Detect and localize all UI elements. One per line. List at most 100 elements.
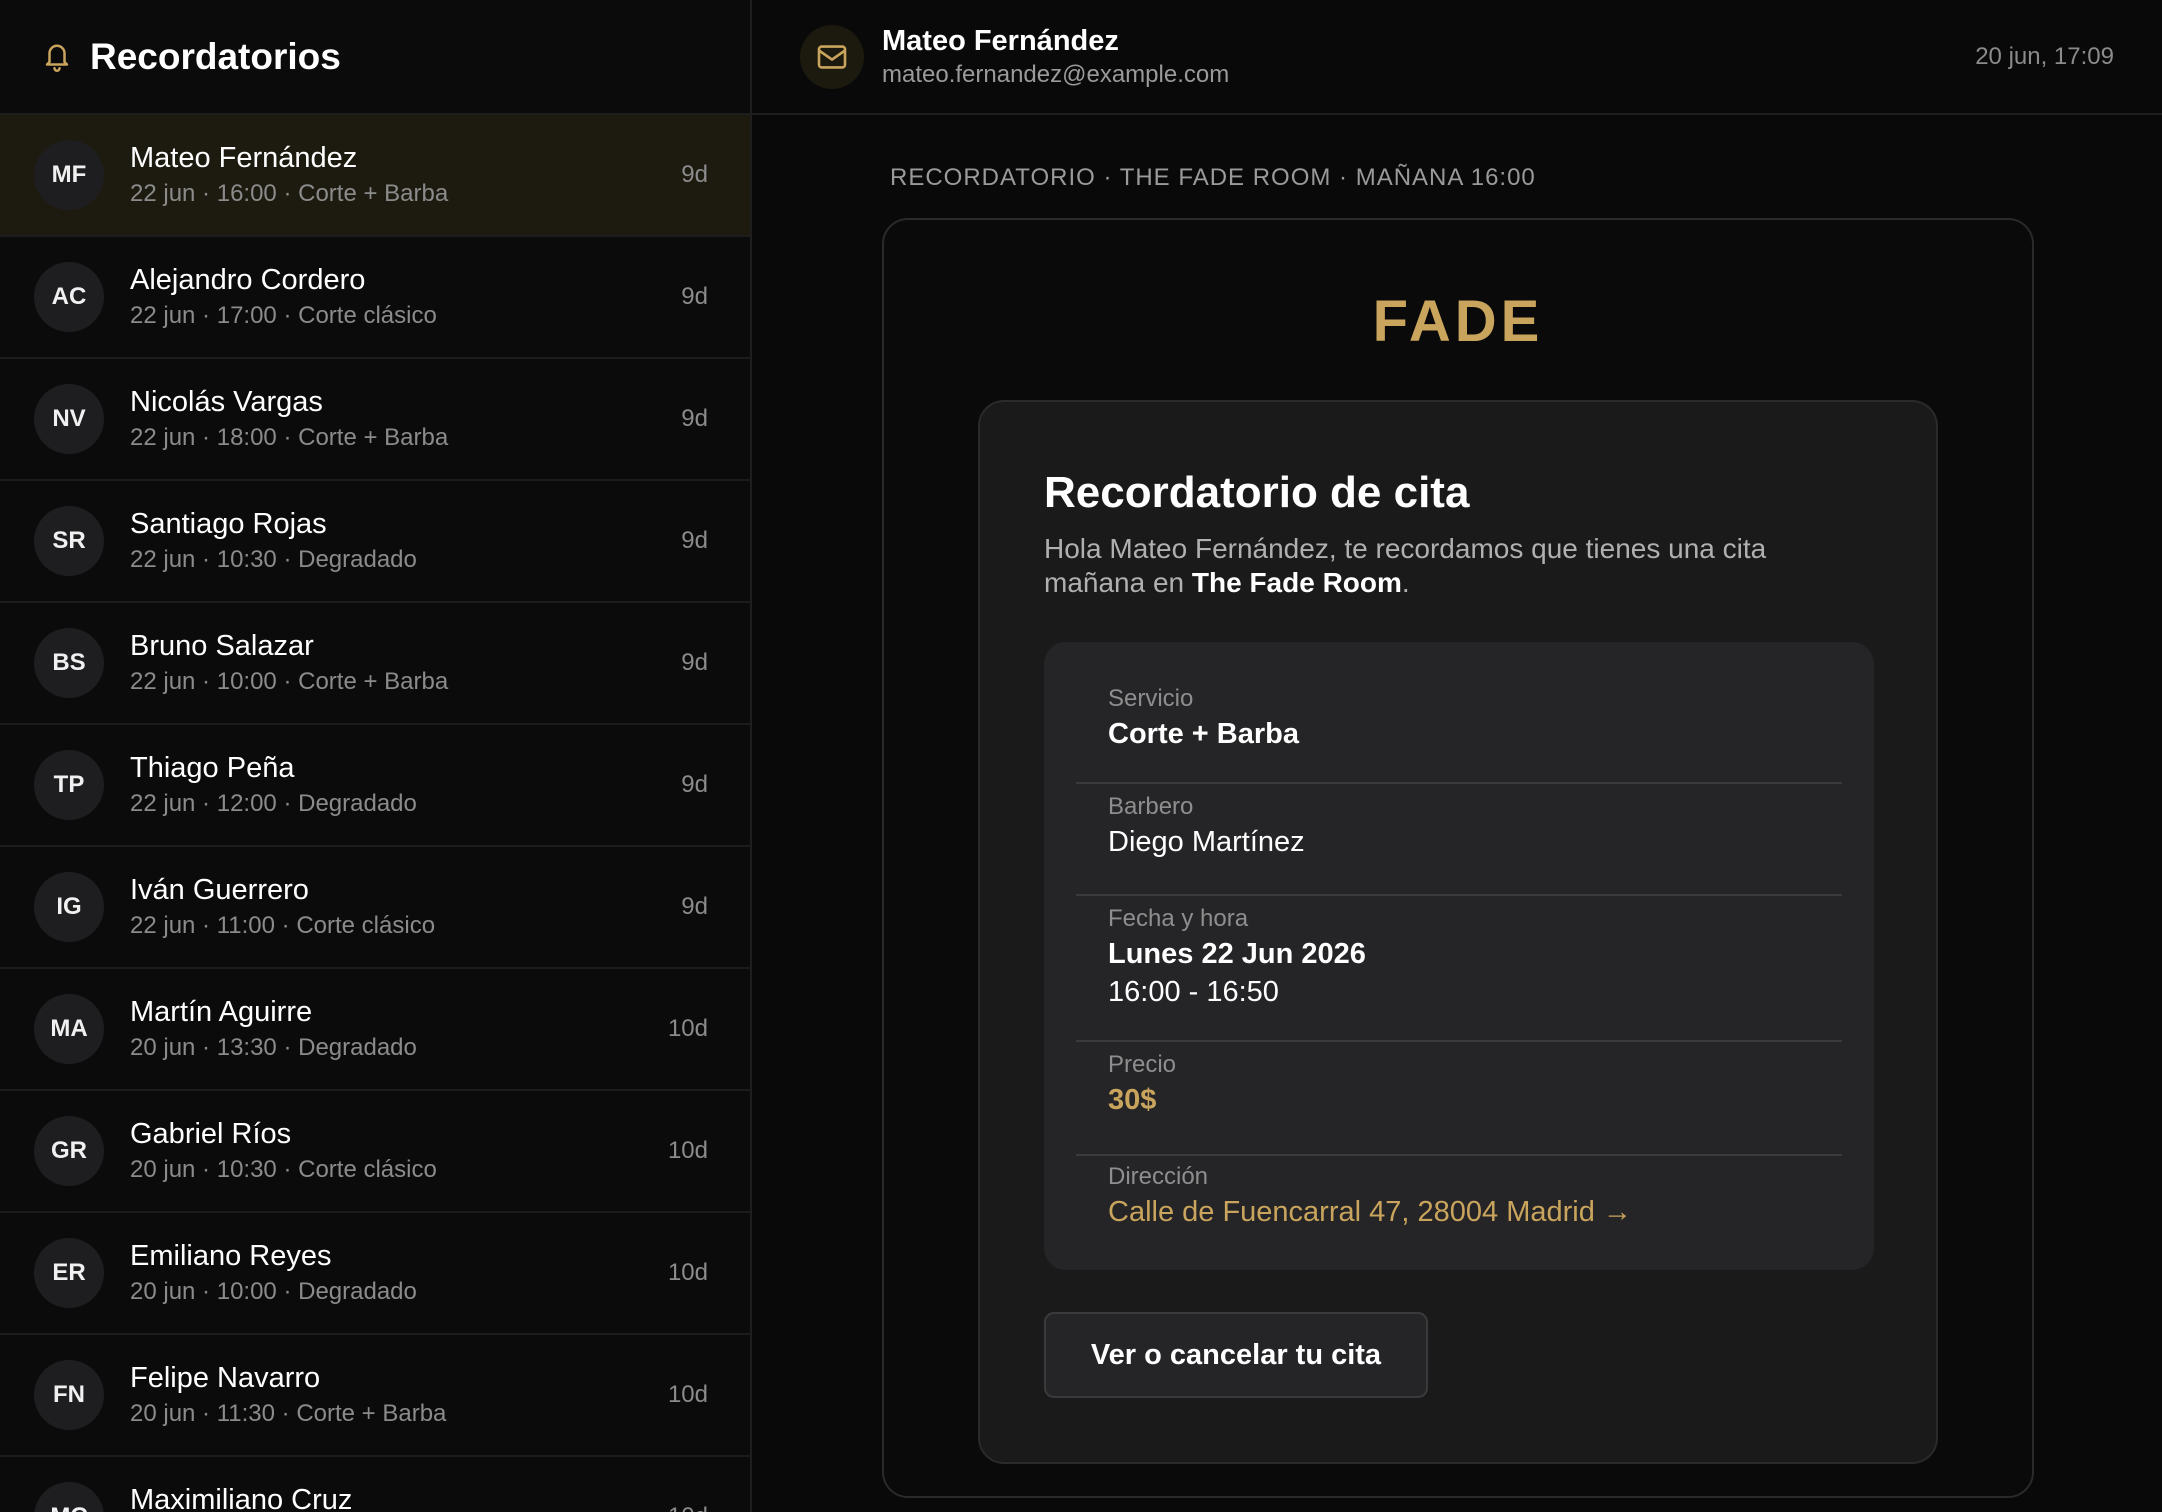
list-item-7[interactable]: MA Martín Aguirre 20 jun · 13:30 · Degra… bbox=[0, 969, 750, 1091]
list-item-text: Gabriel Ríos 20 jun · 10:30 · Corte clás… bbox=[130, 1116, 668, 1186]
list-item-10[interactable]: FN Felipe Navarro 20 jun · 11:30 · Corte… bbox=[0, 1335, 750, 1457]
detail-time: 16:00 - 16:50 bbox=[1108, 976, 1279, 1008]
list-item-age: 9d bbox=[681, 771, 708, 798]
list-item-age: 10d bbox=[667, 1381, 708, 1408]
list-item-text: Martín Aguirre 20 jun · 13:30 · Degradad… bbox=[130, 994, 668, 1064]
detail-service: Servicio Corte + Barba bbox=[1076, 684, 1842, 784]
list-item-age: 10d bbox=[667, 1137, 708, 1164]
list-item-text: Santiago Rojas 22 jun · 10:30 · Degradad… bbox=[130, 506, 681, 576]
list-item-2[interactable]: NV Nicolás Vargas 22 jun · 18:00 · Corte… bbox=[0, 359, 750, 481]
list-item-5[interactable]: TP Thiago Peña 22 jun · 12:00 · Degradad… bbox=[0, 725, 750, 847]
list-item-text: Mateo Fernández 22 jun · 16:00 · Corte +… bbox=[130, 140, 681, 210]
avatar: SR bbox=[34, 506, 104, 576]
sender-block: Mateo Fernández mateo.fernandez@example.… bbox=[882, 23, 1975, 91]
list-item-8[interactable]: GR Gabriel Ríos 20 jun · 10:30 · Corte c… bbox=[0, 1091, 750, 1213]
list-item-4[interactable]: BS Bruno Salazar 22 jun · 10:00 · Corte … bbox=[0, 603, 750, 725]
list-item-age: 9d bbox=[681, 527, 708, 554]
list-item-9[interactable]: ER Emiliano Reyes 20 jun · 10:00 · Degra… bbox=[0, 1213, 750, 1335]
avatar: FN bbox=[34, 1360, 104, 1430]
list-item-detail: 20 jun · 13:30 · Degradado bbox=[130, 1034, 417, 1061]
list-item-3[interactable]: SR Santiago Rojas 22 jun · 10:30 · Degra… bbox=[0, 481, 750, 603]
card-title: Recordatorio de cita bbox=[1044, 468, 1470, 517]
list-item-name: Mateo Fernández bbox=[130, 142, 358, 174]
list-item-text: Alejandro Cordero 22 jun · 17:00 · Corte… bbox=[130, 262, 681, 332]
list-item-detail: 20 jun · 10:30 · Corte clásico bbox=[130, 1156, 437, 1183]
sender-name: Mateo Fernández bbox=[882, 24, 1119, 57]
list-item-age: 9d bbox=[681, 649, 708, 676]
detail-price: Precio 30$ bbox=[1076, 1050, 1842, 1156]
list-item-age: 9d bbox=[681, 283, 708, 310]
list-item-name: Martín Aguirre bbox=[130, 996, 313, 1028]
list-item-0[interactable]: MF Mateo Fernández 22 jun · 16:00 · Cort… bbox=[0, 115, 750, 237]
bell-icon bbox=[42, 40, 72, 74]
list-item-text: Thiago Peña 22 jun · 12:00 · Degradado bbox=[130, 750, 681, 820]
detail-label: Servicio bbox=[1108, 685, 1194, 712]
list-item-age: 10d bbox=[667, 1015, 708, 1042]
list-item-name: Iván Guerrero bbox=[130, 874, 309, 906]
list-item-text: Emiliano Reyes 20 jun · 10:00 · Degradad… bbox=[130, 1238, 668, 1308]
message-date: 20 jun, 17:09 bbox=[1975, 42, 2114, 70]
list-item-age: 9d bbox=[681, 893, 708, 920]
avatar: NV bbox=[34, 384, 104, 454]
sidebar-title: Recordatorios bbox=[90, 35, 341, 77]
list-item-name: Thiago Peña bbox=[130, 752, 295, 784]
detail-value: Corte + Barba bbox=[1108, 718, 1299, 750]
list-item-detail: 20 jun · 10:00 · Degradado bbox=[130, 1278, 417, 1305]
list-item-name: Bruno Salazar bbox=[130, 630, 314, 662]
intro-suffix: . bbox=[1401, 567, 1410, 598]
avatar: ER bbox=[34, 1238, 104, 1308]
appointment-details: Servicio Corte + Barba Barbero Diego Mar… bbox=[1044, 642, 1874, 1270]
detail-barber: Barbero Diego Martínez bbox=[1076, 792, 1842, 896]
price-value: 30$ bbox=[1108, 1084, 1157, 1116]
list-item-text: Felipe Navarro 20 jun · 11:30 · Corte + … bbox=[130, 1360, 668, 1430]
list-item-text: Bruno Salazar 22 jun · 10:00 · Corte + B… bbox=[130, 628, 681, 698]
detail-label: Dirección bbox=[1108, 1163, 1209, 1190]
avatar: IG bbox=[34, 872, 104, 942]
mail-icon bbox=[800, 24, 864, 89]
avatar: AC bbox=[34, 262, 104, 332]
message-view: Mateo Fernández mateo.fernandez@example.… bbox=[752, 0, 2162, 1512]
list-item-1[interactable]: AC Alejandro Cordero 22 jun · 17:00 · Co… bbox=[0, 237, 750, 359]
list-item-11[interactable]: MC Maximiliano Cruz 20 jun · 12:00 · Cor… bbox=[0, 1457, 750, 1512]
list-item-detail: 22 jun · 11:00 · Corte clásico bbox=[130, 912, 436, 939]
list-item-name: Santiago Rojas bbox=[130, 508, 327, 540]
avatar: GR bbox=[34, 1116, 104, 1186]
message-subject: RECORDATORIO · THE FADE ROOM · MAÑANA 16… bbox=[890, 164, 1536, 191]
avatar: MA bbox=[34, 994, 104, 1064]
email-body: FADE Recordatorio de cita Hola Mateo Fer… bbox=[882, 218, 2034, 1498]
sidebar: Recordatorios MF Mateo Fernández 22 jun … bbox=[0, 0, 752, 1512]
list-item-name: Alejandro Cordero bbox=[130, 264, 366, 296]
reminder-card: Recordatorio de cita Hola Mateo Fernánde… bbox=[978, 400, 1938, 1464]
list-item-detail: 22 jun · 12:00 · Degradado bbox=[130, 790, 417, 817]
address-link[interactable]: Calle de Fuencarral 47, 28004 Madrid → bbox=[1076, 1194, 1842, 1230]
list-item-detail: 22 jun · 10:00 · Corte + Barba bbox=[130, 668, 449, 695]
manage-appointment-button[interactable]: Ver o cancelar tu cita bbox=[1044, 1312, 1428, 1398]
list-item-detail: 20 jun · 11:30 · Corte + Barba bbox=[130, 1400, 447, 1427]
list-item-age: 10d bbox=[668, 1503, 708, 1512]
shop-name: The Fade Room bbox=[1191, 567, 1402, 598]
list-item-age: 9d bbox=[681, 161, 708, 188]
list-item-name: Gabriel Ríos bbox=[130, 1118, 292, 1150]
app: Recordatorios MF Mateo Fernández 22 jun … bbox=[0, 0, 2162, 1512]
detail-address: Dirección Calle de Fuencarral 47, 28004 … bbox=[1076, 1162, 1842, 1252]
list-item-detail: 22 jun · 10:30 · Degradado bbox=[130, 546, 417, 573]
avatar: MF bbox=[34, 140, 104, 210]
brand-logo: FADE bbox=[1372, 289, 1544, 354]
list-item-text: Maximiliano Cruz 20 jun · 12:00 · Corte … bbox=[130, 1482, 668, 1512]
reminder-list: MF Mateo Fernández 22 jun · 16:00 · Cort… bbox=[0, 115, 750, 1512]
avatar: TP bbox=[34, 750, 104, 820]
avatar: MC bbox=[34, 1482, 104, 1512]
list-item-detail: 22 jun · 18:00 · Corte + Barba bbox=[130, 424, 449, 451]
list-item-text: Iván Guerrero 22 jun · 11:00 · Corte clá… bbox=[130, 872, 681, 942]
detail-value: Diego Martínez bbox=[1108, 826, 1305, 858]
list-item-name: Emiliano Reyes bbox=[130, 1240, 332, 1272]
list-item-6[interactable]: IG Iván Guerrero 22 jun · 11:00 · Corte … bbox=[0, 847, 750, 969]
message-header: Mateo Fernández mateo.fernandez@example.… bbox=[752, 0, 2162, 115]
list-item-text: Nicolás Vargas 22 jun · 18:00 · Corte + … bbox=[130, 384, 681, 454]
list-item-age: 9d bbox=[681, 405, 708, 432]
detail-label: Barbero bbox=[1108, 793, 1194, 820]
detail-label: Fecha y hora bbox=[1108, 905, 1249, 932]
sidebar-header: Recordatorios bbox=[0, 0, 750, 115]
list-item-detail: 22 jun · 16:00 · Corte + Barba bbox=[130, 180, 449, 207]
list-item-name: Nicolás Vargas bbox=[130, 386, 323, 418]
